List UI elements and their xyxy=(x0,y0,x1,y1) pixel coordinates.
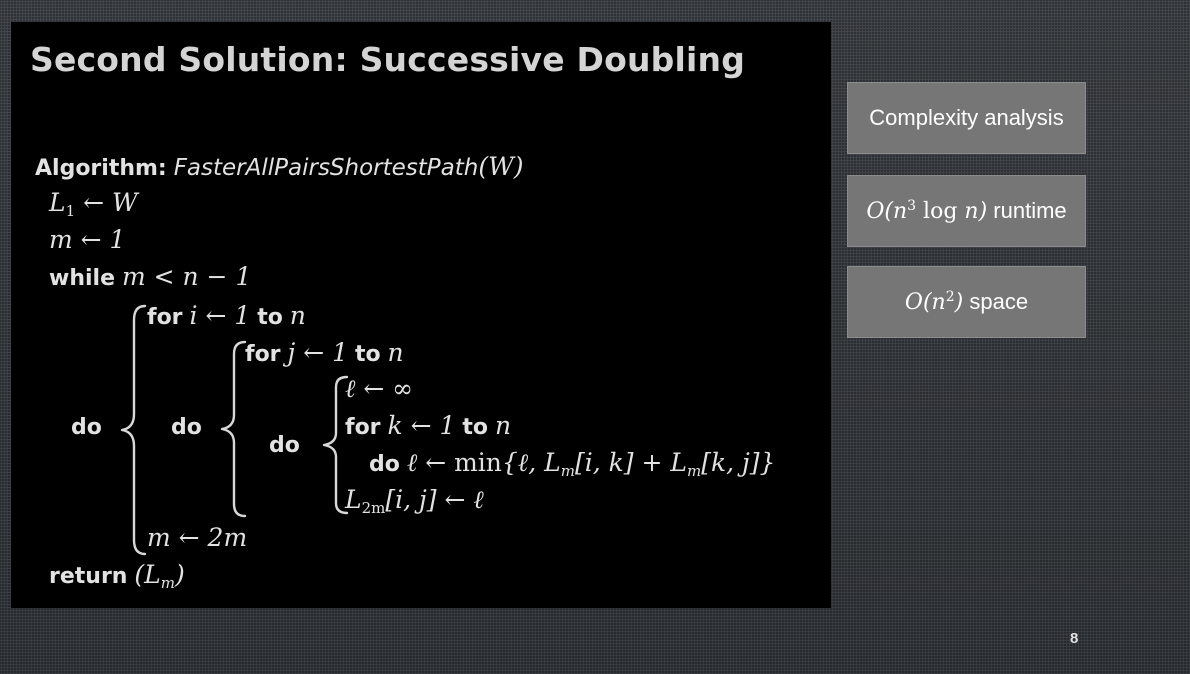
do-outer: do xyxy=(71,415,102,440)
complexity-analysis-card: Complexity analysis xyxy=(847,82,1086,154)
page-number: 8 xyxy=(1070,630,1079,647)
for-k-line: for k ← 1 to n xyxy=(345,411,512,440)
while-line: while m < n − 1 xyxy=(49,262,252,291)
ell-init-line: ℓ ← ∞ xyxy=(345,374,414,403)
space-card: O(n2) space xyxy=(847,266,1086,338)
for-j-line: for j ← 1 to n xyxy=(245,338,404,367)
min-update-line: do ℓ ← min{ℓ, Lm[i, k] + Lm[k, j]} xyxy=(369,448,776,480)
algorithm-label: Algorithm: xyxy=(35,156,167,181)
algorithm-name: FasterAllPairsShortestPath xyxy=(173,155,479,181)
do-middle: do xyxy=(171,415,202,440)
init-m-line: m ← 1 xyxy=(49,225,126,254)
algorithm-param: (W) xyxy=(478,152,524,181)
for-i-line: for i ← 1 to n xyxy=(147,301,306,330)
init-l1-line: L1 ← W xyxy=(49,188,138,220)
runtime-card: O(n3 log n) runtime xyxy=(847,175,1086,247)
m-double-line: m ← 2m xyxy=(147,523,248,552)
slide-title: Second Solution: Successive Doubling xyxy=(30,40,746,79)
assign-line: L2m[i, j] ← ℓ xyxy=(345,485,484,517)
outer-brace xyxy=(120,304,147,556)
algorithm-header: Algorithm: FasterAllPairsShortestPath(W) xyxy=(35,152,524,184)
return-line: return (Lm) xyxy=(49,560,185,592)
algorithm-slide-image: Second Solution: Successive Doubling Alg… xyxy=(11,22,831,608)
do-inner: do xyxy=(269,433,300,458)
